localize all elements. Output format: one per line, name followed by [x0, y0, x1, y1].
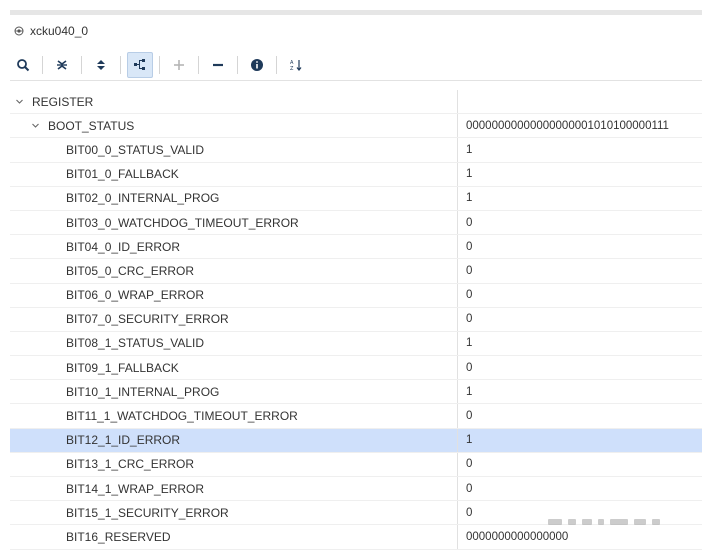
- hierarchy-button[interactable]: [127, 52, 153, 78]
- register-tree-table: REGISTER BOOT_STATUS 0000000000000000000…: [10, 90, 702, 550]
- tree-row-bit[interactable]: BIT09_1_FALLBACK 0: [10, 356, 702, 381]
- toolbar-separator: [276, 56, 277, 74]
- hierarchy-icon: [134, 59, 145, 70]
- device-title: xcku040_0: [30, 24, 89, 38]
- toolbar-separator: [198, 56, 199, 74]
- tree-label-bit: BIT01_0_FALLBACK: [66, 167, 179, 182]
- tree-row-bit[interactable]: BIT00_0_STATUS_VALID 1: [10, 138, 702, 163]
- tree-label-bit: BIT04_0_ID_ERROR: [66, 239, 181, 254]
- tree-value-bit: 1: [466, 434, 473, 447]
- tree-label-bit: BIT05_0_CRC_ERROR: [66, 263, 195, 278]
- tree-value-bit: 0: [466, 313, 473, 326]
- collapse-all-button[interactable]: [49, 52, 75, 78]
- panel-header: xcku040_0: [10, 18, 702, 44]
- info-button[interactable]: [244, 52, 270, 78]
- tree-row-bit[interactable]: BIT05_0_CRC_ERROR 0: [10, 259, 702, 284]
- tree-label-bit: BIT07_0_SECURITY_ERROR: [66, 312, 229, 327]
- toolbar-separator: [159, 56, 160, 74]
- tree-label-bit: BIT08_1_STATUS_VALID: [66, 336, 205, 351]
- sort-button[interactable]: AZ: [283, 52, 309, 78]
- tree-value-bit: 1: [466, 143, 473, 156]
- tree-value-bit: 1: [466, 337, 473, 350]
- toolbar-separator: [237, 56, 238, 74]
- tree-label-bit: BIT11_1_WATCHDOG_TIMEOUT_ERROR: [66, 409, 298, 424]
- collapse-all-icon: [57, 60, 67, 70]
- tree-value-bit: 1: [466, 385, 473, 398]
- tree-row-bit[interactable]: BIT14_1_WRAP_ERROR 0: [10, 477, 702, 502]
- remove-button[interactable]: [205, 52, 231, 78]
- tree-value-bit: 0: [466, 289, 473, 302]
- tree-row-bit[interactable]: BIT04_0_ID_ERROR 0: [10, 235, 702, 260]
- tree-value-bit: 0: [466, 482, 473, 495]
- plus-icon: [174, 60, 184, 70]
- tree-value-bit: 1: [466, 168, 473, 181]
- tree-row-bit[interactable]: BIT03_0_WATCHDOG_TIMEOUT_ERROR 0: [10, 210, 702, 236]
- tree-label-bit: BIT02_0_INTERNAL_PROG: [66, 191, 220, 206]
- tree-value-bit: 0: [466, 240, 473, 253]
- sort-icon: AZ: [290, 60, 302, 72]
- tree-value-bit: 0: [466, 458, 473, 471]
- chevron-down-icon[interactable]: [30, 121, 40, 131]
- tree-row-bit[interactable]: BIT07_0_SECURITY_ERROR 0: [10, 307, 702, 332]
- watermark: [548, 514, 688, 530]
- tree-row-bit[interactable]: BIT08_1_STATUS_VALID 1: [10, 331, 702, 357]
- device-icon: [14, 26, 24, 36]
- tree-label-bit: BIT12_1_ID_ERROR: [66, 433, 181, 448]
- tree-value-bit: 0: [466, 216, 473, 229]
- tree-row-bit[interactable]: BIT02_0_INTERNAL_PROG 1: [10, 186, 702, 211]
- tree-row-bit[interactable]: BIT12_1_ID_ERROR 1: [10, 428, 702, 453]
- tree-row-register[interactable]: REGISTER: [10, 90, 702, 115]
- tree-row-bit[interactable]: BIT10_1_INTERNAL_PROG 1: [10, 380, 702, 405]
- tree-label-bit: BIT06_0_WRAP_ERROR: [66, 288, 205, 303]
- toolbar-separator: [120, 56, 121, 74]
- tree-label-boot-status: BOOT_STATUS: [48, 118, 135, 133]
- tree-row-bit[interactable]: BIT11_1_WATCHDOG_TIMEOUT_ERROR 0: [10, 404, 702, 429]
- tree-row-bit[interactable]: BIT13_1_CRC_ERROR 0: [10, 452, 702, 477]
- tree-value-bit: 0: [466, 410, 473, 423]
- tree-label-bit: BIT13_1_CRC_ERROR: [66, 457, 195, 472]
- tree-label-bit: BIT14_1_WRAP_ERROR: [66, 481, 205, 496]
- tree-value-bit: 0: [466, 361, 473, 374]
- search-button[interactable]: [10, 52, 36, 78]
- tree-label-register: REGISTER: [32, 94, 94, 109]
- tree-value-bit: 0000000000000000: [466, 530, 569, 543]
- expand-all-button[interactable]: [88, 52, 114, 78]
- svg-text:Z: Z: [290, 66, 294, 72]
- tree-label-bit: BIT15_1_SECURITY_ERROR: [66, 505, 229, 520]
- tree-label-bit: BIT03_0_WATCHDOG_TIMEOUT_ERROR: [66, 215, 299, 230]
- tree-label-bit: BIT00_0_STATUS_VALID: [66, 142, 205, 157]
- toolbar: AZ: [10, 50, 702, 81]
- tree-value-bit: 1: [466, 192, 473, 205]
- tree-row-bit[interactable]: BIT06_0_WRAP_ERROR 0: [10, 283, 702, 308]
- chevron-down-icon[interactable]: [14, 97, 24, 107]
- tree-row-boot-status[interactable]: BOOT_STATUS 0000000000000000000101010000…: [10, 114, 702, 139]
- minus-icon: [213, 63, 223, 67]
- tree-value-bit: 0: [466, 264, 473, 277]
- info-icon: [251, 59, 263, 71]
- toolbar-separator: [81, 56, 82, 74]
- tree-value-boot-status: 00000000000000000001010100000111: [466, 119, 669, 132]
- tree-row-bit[interactable]: BIT01_0_FALLBACK 1: [10, 162, 702, 187]
- expand-all-icon: [97, 60, 105, 70]
- tree-label-bit: BIT09_1_FALLBACK: [66, 360, 179, 375]
- toolbar-separator: [42, 56, 43, 74]
- tree-label-bit: BIT10_1_INTERNAL_PROG: [66, 384, 220, 399]
- panel-top-border: [10, 10, 702, 15]
- add-button[interactable]: [166, 52, 192, 78]
- tree-label-bit: BIT16_RESERVED: [66, 529, 171, 544]
- search-icon: [17, 59, 30, 72]
